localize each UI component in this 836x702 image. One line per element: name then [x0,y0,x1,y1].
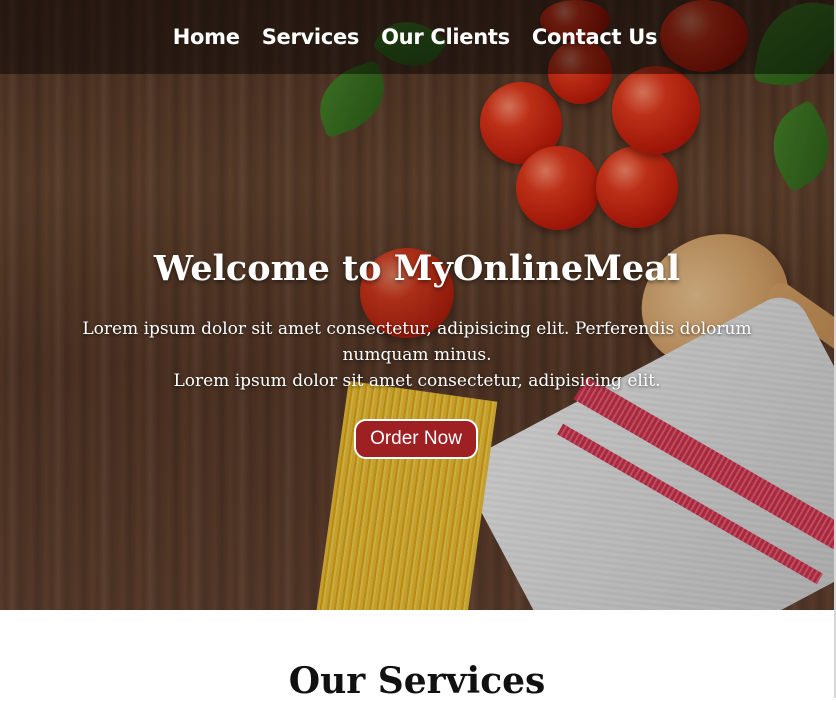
hero-description-line-1: Lorem ipsum dolor sit amet consectetur, … [82,319,752,365]
top-navbar: Home Services Our Clients Contact Us [0,0,834,74]
order-now-button[interactable]: Order Now [354,419,478,459]
hero-description-line-2: Lorem ipsum dolor sit amet consectetur, … [173,371,661,391]
hero-description: Lorem ipsum dolor sit amet consectetur, … [60,316,774,394]
hero-section: Home Services Our Clients Contact Us Wel… [0,0,834,610]
services-heading: Our Services [288,660,546,702]
nav-link-services[interactable]: Services [262,25,360,49]
nav-link-home[interactable]: Home [173,25,240,49]
nav-link-contact-us[interactable]: Contact Us [532,25,658,49]
hero-title: Welcome to MyOnlineMeal [153,248,681,289]
hero-overlay [0,0,834,610]
nav-link-our-clients[interactable]: Our Clients [381,25,510,49]
